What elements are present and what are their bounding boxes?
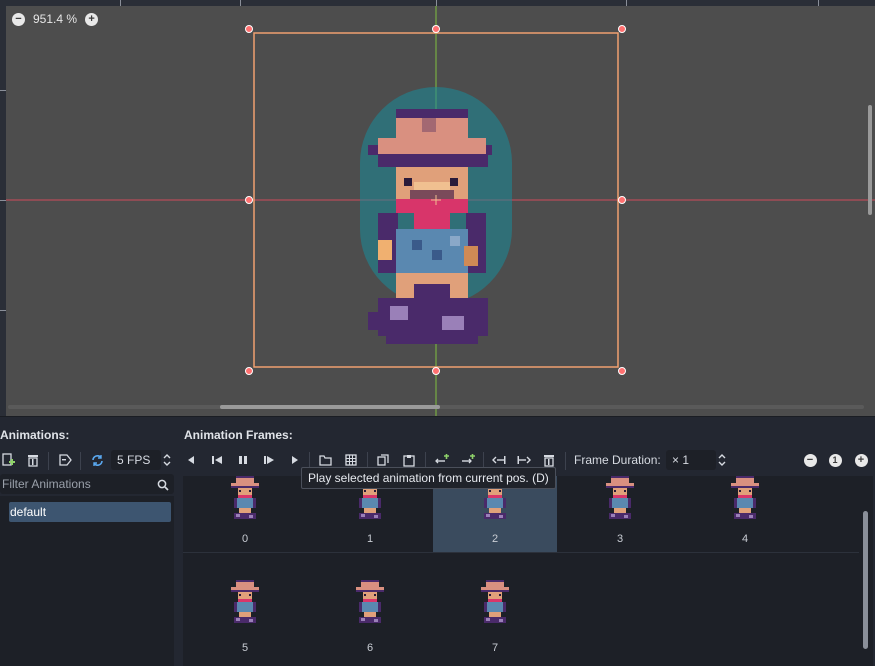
frame-thumbnail[interactable]: 0 (183, 476, 307, 552)
frames-row-divider (183, 552, 859, 553)
frame-index-label: 7 (491, 642, 499, 654)
canvas-viewport[interactable]: − 951.4 % + (0, 0, 875, 416)
frame-sprite-image (230, 580, 260, 626)
zoom-controls: − 951.4 % + (12, 12, 99, 26)
frame-index-label: 1 (366, 533, 374, 545)
zoom-reset-frames-button[interactable]: 1 (828, 452, 842, 468)
loop-button[interactable] (90, 452, 104, 468)
frame-sprite-image (230, 476, 260, 522)
pause-button[interactable] (236, 452, 250, 468)
insert-frame-after-button[interactable] (460, 452, 476, 468)
animation-speed-field[interactable]: 5 FPS (111, 450, 161, 470)
play-icon (292, 456, 298, 464)
trash-icon (28, 454, 38, 467)
frame-thumbnail[interactable]: 3 (558, 476, 682, 552)
frame-thumbnail[interactable]: 6 (308, 578, 432, 654)
horizontal-scrollbar-thumb[interactable] (220, 405, 440, 409)
animation-item-default[interactable]: default (9, 502, 171, 522)
character-sprite (368, 109, 492, 344)
frame-index-label: 2 (491, 533, 499, 545)
insert-before-icon (434, 454, 449, 464)
autoplay-button[interactable] (58, 452, 72, 468)
add-animation-icon (1, 453, 15, 466)
play-from-start-button[interactable] (262, 452, 276, 468)
insert-frame-before-button[interactable] (434, 452, 450, 468)
frame-index-label: 4 (741, 533, 749, 545)
frame-sprite-image (730, 476, 760, 522)
folder-icon (318, 454, 332, 466)
move-left-icon (492, 456, 506, 464)
animation-list: default (0, 496, 174, 666)
play-backwards-from-end-icon (212, 456, 222, 464)
speed-spinner[interactable] (162, 452, 172, 468)
play-backwards-button[interactable] (185, 452, 197, 468)
move-frame-left-button[interactable] (491, 452, 507, 468)
frame-sprite-image (480, 580, 510, 626)
frame-index-label: 5 (241, 642, 249, 654)
toolbar-separator (48, 452, 49, 470)
move-right-icon (517, 456, 531, 464)
frame-index-label: 3 (616, 533, 624, 545)
insert-after-icon (461, 454, 475, 464)
zoom-in-frames-button[interactable]: + (854, 452, 868, 468)
frame-duration-field[interactable]: × 1 (666, 450, 716, 470)
animation-frames-title: Animation Frames: (184, 428, 293, 442)
updown-icon (163, 454, 171, 466)
tooltip: Play selected animation from current pos… (301, 467, 556, 489)
filter-animations-input[interactable]: Filter Animations (0, 474, 174, 494)
duration-spinner[interactable] (717, 452, 727, 468)
plus-circle-icon: + (854, 453, 868, 467)
loop-icon (91, 454, 103, 466)
sprite-canvas (6, 6, 875, 416)
paste-frame-button[interactable] (402, 452, 416, 468)
minus-circle-icon[interactable]: − (12, 12, 25, 26)
frame-index-label: 6 (366, 642, 374, 654)
tag-icon (58, 454, 72, 466)
play-backwards-from-end-button[interactable] (210, 452, 224, 468)
updown-icon (718, 454, 726, 466)
play-backwards-icon (188, 456, 194, 464)
toolbar-separator (565, 452, 566, 470)
copy-frame-button[interactable] (376, 452, 390, 468)
search-icon (156, 477, 170, 493)
play-from-start-icon (264, 456, 274, 464)
frame-thumbnail[interactable]: 4 (683, 476, 807, 552)
trash-icon (544, 454, 554, 467)
frame-sprite-image (355, 580, 385, 626)
zoom-level[interactable]: 951.4 % (33, 12, 77, 26)
minus-circle-icon: − (803, 453, 817, 467)
delete-frame-button[interactable] (542, 452, 556, 468)
frame-index-label: 0 (241, 533, 249, 545)
frames-scrollbar[interactable] (863, 511, 868, 649)
panel-divider[interactable] (0, 416, 875, 417)
pause-icon (239, 456, 247, 464)
delete-animation-button[interactable] (26, 452, 40, 468)
frame-thumbnail[interactable]: 5 (183, 578, 307, 654)
one-to-one-icon: 1 (828, 453, 842, 467)
frame-duration-label: Frame Duration: (574, 453, 661, 467)
toolbar-separator (80, 452, 81, 470)
play-button[interactable] (289, 452, 301, 468)
zoom-out-frames-button[interactable]: − (803, 452, 817, 468)
vertical-scrollbar-thumb[interactable] (868, 105, 872, 215)
add-animation-button[interactable] (1, 452, 15, 468)
plus-circle-icon[interactable]: + (85, 12, 99, 26)
load-frames-button[interactable] (318, 452, 332, 468)
animations-title: Animations: (0, 428, 70, 442)
paste-icon (403, 454, 415, 467)
move-frame-right-button[interactable] (516, 452, 532, 468)
copy-icon (377, 454, 389, 466)
frame-sprite-image (605, 476, 635, 522)
frame-thumbnail[interactable]: 7 (433, 578, 557, 654)
grid-icon (345, 454, 357, 466)
add-frames-from-sheet-button[interactable] (344, 452, 358, 468)
